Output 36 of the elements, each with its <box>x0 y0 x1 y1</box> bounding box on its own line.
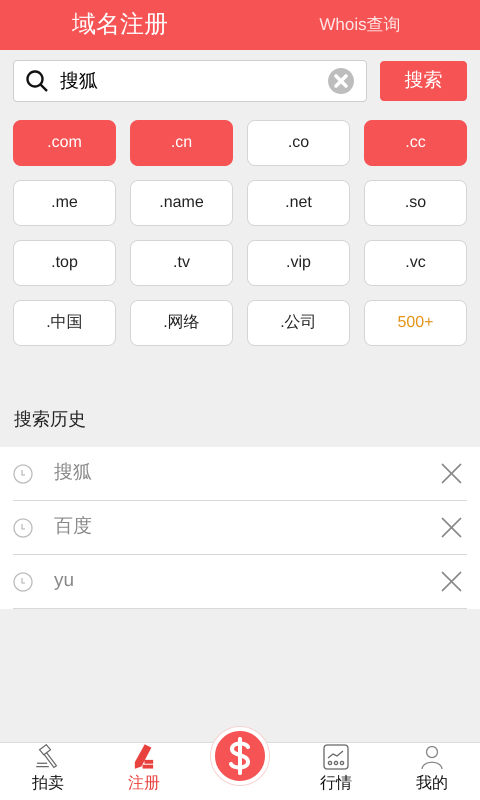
dollar-button[interactable] <box>211 727 269 785</box>
suffix-option[interactable]: .so <box>364 180 467 226</box>
search-field[interactable]: 搜狐 <box>13 60 367 102</box>
dollar-icon <box>228 737 252 775</box>
close-icon[interactable] <box>441 517 462 538</box>
clock-icon <box>13 464 33 484</box>
history-text: 搜狐 <box>54 461 93 486</box>
history-text: 百度 <box>54 515 93 540</box>
clock-icon <box>13 518 33 538</box>
suffix-option[interactable]: .vc <box>364 240 467 286</box>
suffix-option[interactable]: .公司 <box>247 300 350 346</box>
clock-icon <box>13 572 33 592</box>
suffix-option[interactable]: .co <box>247 120 350 166</box>
nav-tab[interactable]: 行情 <box>288 743 384 800</box>
history-item[interactable]: 搜狐 <box>13 447 467 501</box>
close-icon[interactable] <box>441 463 462 484</box>
nav-tab[interactable]: 拍卖 <box>0 743 96 800</box>
suffix-option[interactable]: .中国 <box>13 300 116 346</box>
suffix-option[interactable]: .net <box>247 180 350 226</box>
history-item[interactable]: 百度 <box>13 501 467 555</box>
search-icon <box>25 69 49 93</box>
suffix-option[interactable]: .top <box>13 240 116 286</box>
suffix-option[interactable]: .me <box>13 180 116 226</box>
nav-tab[interactable]: 我的 <box>384 743 480 800</box>
suffix-option[interactable]: .网络 <box>130 300 233 346</box>
clear-icon[interactable] <box>327 67 355 95</box>
suffix-option[interactable]: .name <box>130 180 233 226</box>
history-item[interactable]: yu <box>13 555 467 609</box>
person-icon <box>419 744 445 770</box>
nav-tab[interactable]: 注册 <box>96 743 192 800</box>
suffix-option[interactable]: .vip <box>247 240 350 286</box>
suffix-option[interactable]: .tv <box>130 240 233 286</box>
history-text: yu <box>54 569 76 594</box>
section-title: 搜索历史 <box>14 409 86 429</box>
chart-icon <box>323 744 349 770</box>
close-icon[interactable] <box>441 571 462 592</box>
